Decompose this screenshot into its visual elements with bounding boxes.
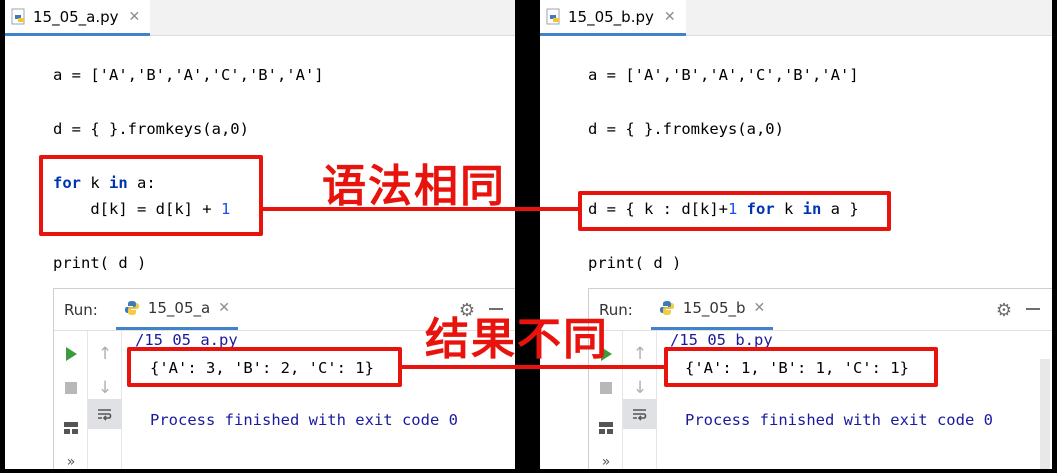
close-icon[interactable]: ✕ (664, 9, 676, 25)
run-tab-label: 15_05_a (147, 299, 211, 317)
stop-icon[interactable] (589, 373, 623, 403)
run-icon[interactable] (54, 339, 88, 369)
code-line-dict: d = { }.fromkeys(a,0) (588, 120, 784, 138)
run-tab[interactable]: 15_05_b ✕ (650, 289, 774, 330)
up-arrow-icon[interactable]: ↑ (88, 339, 122, 369)
tab-bar: 15_05_a.py ✕ (5, 0, 515, 36)
close-icon[interactable]: ✕ (129, 9, 141, 25)
console-toolbar: ↑ ↓ (623, 331, 657, 469)
layout-icon[interactable] (54, 413, 88, 443)
code-line-print: print( d ) (53, 254, 147, 272)
python-file-icon (546, 8, 562, 26)
console-status: Process finished with exit code 0 (150, 411, 458, 429)
run-header: Run: 15_05_b ✕ ⚙ (589, 289, 1052, 331)
console-scrollbar[interactable] (1040, 359, 1050, 469)
annotation-syntax: 语法相同 (322, 161, 506, 212)
highlight-box-result-a (127, 347, 402, 387)
tab-15_05_b[interactable]: 15_05_b.py ✕ (540, 0, 686, 36)
highlight-box-comprehension (578, 191, 891, 231)
code-line-list: a = ['A','B','A','C','B','A'] (53, 66, 324, 84)
more-icon[interactable]: » (589, 447, 623, 469)
run-tab[interactable]: 15_05_a ✕ (115, 289, 238, 330)
python-file-icon (11, 8, 27, 26)
tab-label: 15_05_b.py (568, 7, 654, 26)
highlight-box-result-b (664, 347, 938, 387)
soft-wrap-icon[interactable] (623, 399, 657, 429)
tab-label: 15_05_a.py (33, 7, 119, 26)
python-icon (659, 300, 675, 316)
close-icon[interactable]: ✕ (218, 300, 230, 316)
run-toolbar: » (54, 331, 88, 469)
soft-wrap-icon[interactable] (88, 399, 122, 429)
code-editor[interactable]: a = ['A','B','A','C','B','A'] d = { }.fr… (540, 36, 1052, 288)
code-line-list: a = ['A','B','A','C','B','A'] (588, 66, 859, 84)
highlight-box-loop (39, 155, 263, 236)
run-label: Run: (64, 300, 98, 319)
run-tab-label: 15_05_b (682, 299, 746, 317)
console-toolbar: ↑ ↓ (88, 331, 122, 469)
gear-icon[interactable]: ⚙ (996, 300, 1012, 321)
more-icon[interactable]: » (54, 447, 88, 469)
editor-panel-b: 15_05_b.py ✕ a = ['A','B','A','C','B','A… (540, 0, 1052, 469)
code-line-dict: d = { }.fromkeys(a,0) (53, 120, 249, 138)
code-line-print: print( d ) (588, 254, 682, 272)
close-icon[interactable]: ✕ (754, 300, 766, 316)
tab-15_05_a[interactable]: 15_05_a.py ✕ (5, 0, 151, 36)
annotation-result: 结果不同 (425, 314, 609, 365)
python-icon (124, 300, 140, 316)
tab-bar: 15_05_b.py ✕ (540, 0, 1052, 36)
stop-icon[interactable] (54, 373, 88, 403)
console-status: Process finished with exit code 0 (685, 411, 993, 429)
layout-icon[interactable] (589, 413, 623, 443)
minimize-icon[interactable] (1026, 308, 1040, 310)
